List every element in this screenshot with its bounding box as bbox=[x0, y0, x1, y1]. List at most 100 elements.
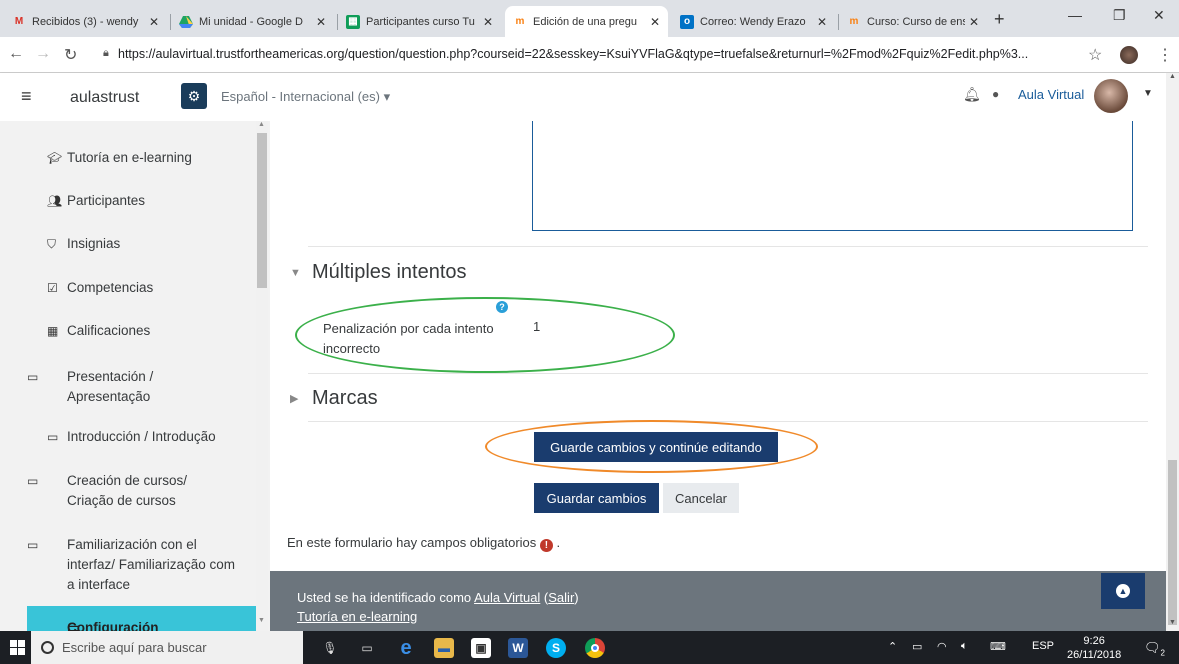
scroll-up-arrow-icon[interactable]: ▲ bbox=[258, 121, 265, 128]
minimize-button[interactable]: — bbox=[1068, 7, 1082, 23]
checkbox-icon: ☑ bbox=[47, 281, 58, 295]
bell-icon[interactable]: 🔔︎ bbox=[963, 86, 981, 103]
browser-profile-avatar[interactable] bbox=[1120, 46, 1138, 64]
nav-drawer: 🎓︎ Tutoría en e-learning 👥︎ Participantes … bbox=[0, 121, 270, 631]
hamburger-menu-icon[interactable]: ≡ bbox=[21, 86, 32, 107]
reload-icon[interactable]: ↻ bbox=[64, 45, 77, 65]
close-tab-icon[interactable]: ✕ bbox=[149, 15, 159, 29]
drawer-item-configuracion[interactable]: ▭ Configuración bbox=[27, 606, 256, 631]
word-icon[interactable]: W bbox=[508, 638, 528, 658]
new-tab-button[interactable]: + bbox=[994, 9, 1005, 30]
notifications-icon[interactable]: 🗨︎2 bbox=[1144, 640, 1165, 658]
drawer-item-participantes[interactable]: 👥︎ Participantes bbox=[47, 191, 145, 211]
close-tab-icon[interactable]: ✕ bbox=[483, 15, 493, 29]
volume-icon[interactable]: 🔈︎ bbox=[961, 640, 968, 653]
site-name[interactable]: aulastrust bbox=[70, 89, 139, 107]
required-exclamation-icon: ! bbox=[539, 539, 553, 552]
section-tags[interactable]: ▶ Marcas bbox=[290, 387, 378, 410]
file-explorer-icon[interactable]: ▬ bbox=[434, 638, 454, 658]
cortana-circle-icon bbox=[41, 641, 54, 654]
orange-highlight-oval bbox=[485, 420, 818, 473]
graduation-cap-icon: 🎓︎ bbox=[47, 151, 63, 165]
drawer-item-calificaciones[interactable]: ▦ Calificaciones bbox=[47, 321, 150, 341]
close-tab-icon[interactable]: ✕ bbox=[316, 15, 326, 29]
forward-arrow-icon[interactable]: → bbox=[35, 45, 51, 63]
store-icon[interactable]: ▣ bbox=[471, 638, 491, 658]
close-tab-icon[interactable]: ✕ bbox=[650, 15, 660, 29]
moodle-icon: m bbox=[515, 16, 525, 27]
scrollbar-thumb[interactable] bbox=[1168, 460, 1177, 625]
drawer-item-introduccion[interactable]: ▭ Introducción / Introdução bbox=[47, 427, 216, 447]
section-multiple-attempts[interactable]: ▼ Múltiples intentos bbox=[290, 261, 467, 284]
course-link[interactable]: Tutoría en e-learning bbox=[297, 609, 417, 624]
expand-triangle-icon: ▶ bbox=[290, 393, 299, 406]
url-field[interactable]: https://aulavirtual.trustfortheamericas.… bbox=[118, 47, 1078, 61]
collapse-triangle-icon: ▼ bbox=[290, 266, 301, 279]
skype-icon[interactable]: S bbox=[546, 638, 566, 658]
drawer-item-presentacion[interactable]: ▭ Presentación / Apresentação bbox=[27, 367, 237, 407]
arrow-up-icon: ▲ bbox=[1116, 584, 1130, 598]
browser-tab-outlook[interactable]: o Correo: Wendy Erazo ✕ bbox=[672, 6, 835, 37]
back-arrow-icon[interactable]: ← bbox=[8, 45, 24, 63]
task-view-icon[interactable]: ▭ bbox=[357, 638, 377, 658]
chat-bubble-icon[interactable]: ● bbox=[992, 87, 999, 101]
restore-button[interactable]: ❐ bbox=[1113, 7, 1126, 24]
cancel-button[interactable]: Cancelar bbox=[663, 483, 739, 513]
close-window-button[interactable]: ✕ bbox=[1153, 7, 1165, 24]
drive-icon bbox=[179, 15, 193, 29]
divider bbox=[308, 373, 1148, 374]
bookmark-star-icon[interactable]: ☆ bbox=[1088, 45, 1102, 65]
drawer-item-creacion[interactable]: ▭ Creación de cursos/ Criação de cursos bbox=[27, 471, 217, 511]
green-highlight-oval bbox=[295, 297, 675, 373]
browser-tab-course[interactable]: m Curso: Curso de ense ✕ bbox=[839, 6, 987, 37]
close-tab-icon[interactable]: ✕ bbox=[969, 15, 979, 29]
gmail-icon: M bbox=[14, 16, 24, 27]
scrollbar-thumb[interactable] bbox=[257, 133, 267, 288]
outlook-icon: o bbox=[680, 14, 694, 29]
battery-icon[interactable]: ▭ bbox=[912, 640, 922, 653]
scroll-down-arrow-icon[interactable]: ▼ bbox=[258, 617, 265, 624]
user-profile-link[interactable]: Aula Virtual bbox=[474, 590, 540, 605]
close-tab-icon[interactable]: ✕ bbox=[817, 15, 827, 29]
folder-icon: ▭ bbox=[47, 430, 59, 444]
wifi-icon[interactable]: ◠ bbox=[937, 640, 947, 653]
system-clock[interactable]: 9:26 26/11/2018 bbox=[1067, 634, 1121, 662]
drawer-item-tutoria[interactable]: 🎓︎ Tutoría en e-learning bbox=[47, 148, 192, 168]
keyboard-icon[interactable]: ⌨ bbox=[990, 640, 1006, 653]
edge-icon[interactable]: e bbox=[396, 637, 416, 659]
drawer-item-insignias[interactable]: ⛉ Insignias bbox=[47, 234, 120, 254]
user-name[interactable]: Aula Virtual bbox=[1018, 87, 1084, 102]
browser-menu-icon[interactable]: ⋮ bbox=[1157, 45, 1173, 65]
divider bbox=[308, 246, 1148, 247]
browser-tab-sheets[interactable]: ▦ Participantes curso Tu ✕ bbox=[338, 6, 501, 37]
taskbar-search[interactable]: Escribe aquí para buscar bbox=[31, 631, 303, 664]
avatar[interactable] bbox=[1094, 79, 1128, 113]
drawer-item-competencias[interactable]: ☑ Competencias bbox=[47, 278, 153, 298]
site-navbar: ≡ aulastrust ⚙ Español - Internacional (… bbox=[0, 73, 1166, 121]
back-to-top-button[interactable]: ▲ bbox=[1101, 573, 1145, 609]
users-icon: 👥︎ bbox=[47, 194, 63, 208]
language-menu[interactable]: Español - Internacional (es) ▾ bbox=[221, 89, 390, 105]
browser-tab-strip: M Recibidos (3) - wendy ✕ Mi unidad - Go… bbox=[0, 0, 1179, 37]
microphone-icon[interactable]: 🎙︎ bbox=[320, 638, 340, 658]
input-language[interactable]: ESP bbox=[1032, 640, 1054, 652]
tray-chevron-up-icon[interactable]: ⌃ bbox=[888, 640, 897, 653]
logout-link[interactable]: Salir bbox=[548, 590, 574, 605]
chevron-down-icon[interactable]: ▼ bbox=[1143, 88, 1153, 99]
drawer-item-familiarizacion[interactable]: ▭ Familiarización con el interfaz/ Famili… bbox=[27, 535, 237, 595]
chrome-icon[interactable] bbox=[585, 638, 605, 658]
scroll-up-arrow-icon[interactable]: ▲ bbox=[1169, 73, 1176, 80]
scroll-down-arrow-icon[interactable]: ▼ bbox=[1169, 619, 1176, 626]
save-button[interactable]: Guardar cambios bbox=[534, 483, 659, 513]
table-icon: ▦ bbox=[47, 324, 59, 338]
settings-gear-icon[interactable]: ⚙ bbox=[181, 83, 207, 109]
folder-icon: ▭ bbox=[27, 538, 39, 552]
browser-tab-gmail[interactable]: M Recibidos (3) - wendy ✕ bbox=[4, 6, 167, 37]
browser-tab-edit-question[interactable]: m Edición de una pregu ✕ bbox=[505, 6, 668, 37]
feedback-textarea[interactable] bbox=[532, 121, 1133, 231]
address-bar: ← → ↻ 🔒︎ https://aulavirtual.trustforthe… bbox=[0, 37, 1179, 73]
drawer-scrollbar[interactable]: ▲ ▼ bbox=[256, 121, 268, 631]
windows-start-icon[interactable] bbox=[10, 640, 25, 655]
browser-tab-drive[interactable]: Mi unidad - Google D ✕ bbox=[171, 6, 334, 37]
page-scrollbar[interactable]: ▲ ▼ bbox=[1166, 73, 1179, 631]
